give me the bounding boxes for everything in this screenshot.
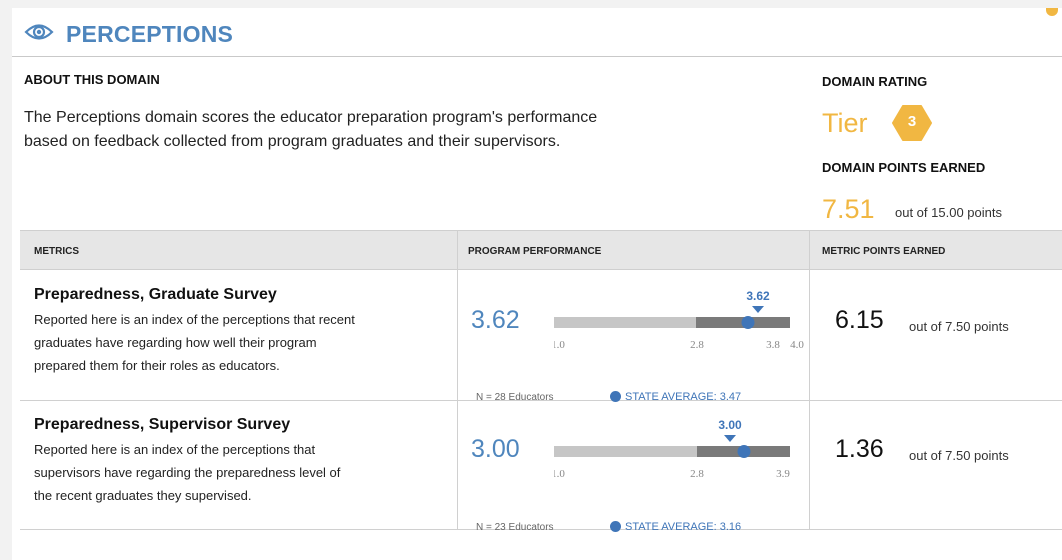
scale-mid-label: 2.8 <box>690 468 704 480</box>
tier-number: 3 <box>907 113 917 130</box>
performance-value: 3.62 <box>471 306 520 334</box>
eye-icon <box>24 22 54 47</box>
scale-min-label: 1.0 <box>554 468 565 480</box>
domain-title: PERCEPTIONS <box>66 21 234 47</box>
domain-points-out-of: out of 15.00 points <box>895 205 1002 220</box>
scale-high-label: 3.8 <box>766 339 780 351</box>
metric-points-value: 1.36 <box>835 435 884 463</box>
perceptions-domain-card: PERCEPTIONS ABOUT THIS DOMAIN The Percep… <box>12 8 1062 560</box>
metric-points-out-of: out of 7.50 points <box>909 448 1009 463</box>
metric-description-line: the recent graduates they supervised. <box>34 488 252 503</box>
about-heading: ABOUT THIS DOMAIN <box>24 72 160 87</box>
col-header-performance: PROGRAM PERFORMANCE <box>468 246 602 257</box>
performance-marker-label: 3.62 <box>746 289 770 303</box>
metric-description-line: Reported here is an index of the percept… <box>34 312 355 327</box>
state-average-marker <box>737 445 751 458</box>
domain-header: PERCEPTIONS <box>12 8 1062 57</box>
state-average-dot-icon <box>610 521 621 532</box>
metrics-table: METRICS PROGRAM PERFORMANCE METRIC POINT… <box>20 230 1062 533</box>
state-average-marker <box>741 316 755 329</box>
domain-rating-heading: DOMAIN RATING <box>822 74 928 89</box>
metric-description-line: prepared them for their roles as educato… <box>34 358 280 373</box>
state-average-label: STATE AVERAGE: 3.47 <box>625 391 742 403</box>
scale-min-label: 1.0 <box>554 339 565 351</box>
tier-badge: 3 <box>892 104 932 142</box>
scale-max-label: 4.0 <box>790 339 804 351</box>
metric-points-value: 6.15 <box>835 306 884 334</box>
state-average-label: STATE AVERAGE: 3.16 <box>625 521 742 533</box>
domain-points-heading: DOMAIN POINTS EARNED <box>822 160 986 175</box>
performance-bar: 3.00 1.0 2.8 3.9 <box>554 418 790 480</box>
table-header: METRICS PROGRAM PERFORMANCE METRIC POINT… <box>20 230 1062 270</box>
metric-description-line: graduates have regarding how well their … <box>34 335 317 350</box>
tier-label: Tier <box>822 108 868 138</box>
col-header-points: METRIC POINTS EARNED <box>822 246 946 257</box>
sample-size: N = 23 Educators <box>476 522 554 533</box>
domain-points-value: 7.51 <box>822 194 875 224</box>
about-text: The Perceptions domain scores the educat… <box>24 106 764 154</box>
performance-marker-label: 3.00 <box>718 418 742 432</box>
metric-name: Preparedness, Graduate Survey <box>34 286 277 303</box>
about-text-line: based on feedback collected from program… <box>24 133 561 150</box>
metric-description-line: supervisors have regarding the preparedn… <box>34 465 341 480</box>
metric-description: Reported here is an index of the percept… <box>34 308 459 377</box>
about-text-line: The Perceptions domain scores the educat… <box>24 109 598 126</box>
column-divider <box>809 230 810 530</box>
triangle-marker-icon <box>752 306 764 313</box>
state-average-dot-icon <box>610 391 621 402</box>
performance-value: 3.00 <box>471 435 520 463</box>
metric-description: Reported here is an index of the percept… <box>34 438 459 507</box>
metric-points-out-of: out of 7.50 points <box>909 319 1009 334</box>
sample-size: N = 28 Educators <box>476 392 554 403</box>
metric-description-line: Reported here is an index of the percept… <box>34 442 316 457</box>
performance-bar: 3.62 1.0 2.8 3.8 4.0 <box>554 289 804 351</box>
triangle-marker-icon <box>724 435 736 442</box>
col-header-metrics: METRICS <box>34 246 79 257</box>
scale-mid-label: 2.8 <box>690 339 704 351</box>
scale-max-label: 3.9 <box>776 468 790 480</box>
metric-name: Preparedness, Supervisor Survey <box>34 416 291 433</box>
